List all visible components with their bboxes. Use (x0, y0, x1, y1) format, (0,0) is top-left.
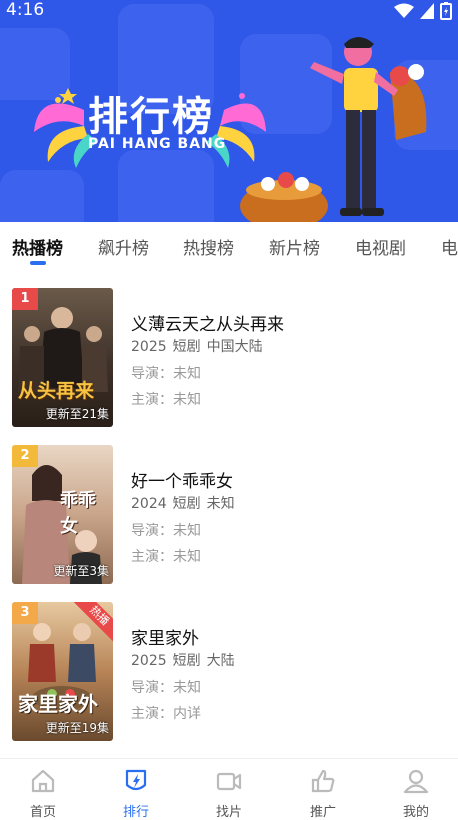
signal-icon (420, 3, 434, 19)
item-title[interactable]: 好一个乖乖女 (131, 467, 233, 492)
ranking-banner: 4:16 排行榜 PAI HANG BANG (0, 0, 458, 222)
item-meta: 2025 短剧 大陆 (131, 650, 241, 670)
item-year: 2025 (131, 653, 167, 669)
nav-home[interactable]: 首页 (13, 767, 73, 820)
bottom-navigation: 首页 排行 找片 推广 我的 (0, 758, 458, 820)
item-region: 未知 (206, 496, 235, 512)
tab-active-indicator (30, 261, 46, 265)
poster-title-art: 家里家外 (18, 692, 98, 716)
poster-image[interactable]: 3 热播 家里家外 更新至19集 (12, 602, 113, 741)
tab-new-films[interactable]: 新片榜 (269, 234, 320, 259)
item-director: 导演：未知 (131, 523, 201, 539)
tab-rising[interactable]: 飙升榜 (98, 234, 149, 259)
list-item[interactable]: 3 热播 家里家外 更新至19集 家里家外 2025 短剧 大陆 导演：未知 主演：… (0, 586, 458, 741)
nav-find[interactable]: 找片 (199, 767, 259, 820)
nav-home-label: 首页 (29, 805, 56, 820)
status-time: 4:16 (6, 0, 45, 20)
poster-title-art: 从头再来 (18, 380, 95, 402)
nav-profile-label: 我的 (402, 805, 429, 820)
item-actor: 主演：未知 (131, 392, 201, 408)
item-director: 导演：未知 (131, 680, 201, 696)
tab-more[interactable]: 电 (441, 234, 458, 259)
tab-tv-series[interactable]: 电视剧 (355, 234, 406, 259)
character-illustration (310, 37, 427, 216)
item-year: 2024 (131, 496, 167, 512)
poster-title-art: 乖乖女 (60, 490, 96, 537)
nav-promote-label: 推广 (309, 805, 336, 820)
poster-image[interactable]: 2 乖乖女 更新至3集 (12, 445, 113, 584)
rank-badge: 2 (12, 445, 38, 467)
nav-promote[interactable]: 推广 (293, 767, 353, 820)
battery-icon (440, 2, 452, 20)
update-status: 更新至19集 (45, 721, 109, 735)
user-icon (403, 769, 429, 794)
item-genre: 短剧 (172, 653, 201, 669)
nav-ranking[interactable]: 排行 (106, 767, 166, 820)
video-camera-icon (216, 772, 242, 791)
thumbs-up-icon (311, 769, 335, 793)
item-actor: 主演：内详 (131, 706, 201, 722)
banner-subtitle: PAI HANG BANG (88, 136, 227, 152)
list-item[interactable]: 1 从头再来 更新至21集 义薄云天之从头再来 2025 短剧 中国大陆 导演：未知… (0, 272, 458, 427)
nav-ranking-label: 排行 (122, 805, 149, 820)
item-title[interactable]: 家里家外 (131, 624, 199, 649)
rank-badge: 1 (12, 288, 38, 310)
rank-badge: 3 (12, 602, 38, 624)
tab-hot-play[interactable]: 热播榜 (12, 234, 63, 259)
status-bar: 4:16 (0, 0, 458, 22)
item-region: 中国大陆 (206, 339, 263, 355)
item-meta: 2024 短剧 未知 (131, 493, 241, 513)
update-status: 更新至21集 (45, 407, 109, 421)
item-title[interactable]: 义薄云天之从头再来 (131, 310, 284, 335)
tab-hot-search[interactable]: 热搜榜 (183, 234, 234, 259)
item-genre: 短剧 (172, 496, 201, 512)
update-status: 更新至3集 (53, 564, 109, 578)
item-meta: 2025 短剧 中国大陆 (131, 336, 269, 356)
item-region: 大陆 (206, 653, 235, 669)
ranking-icon (125, 769, 147, 791)
list-item[interactable]: 2 乖乖女 更新至3集 好一个乖乖女 2024 短剧 未知 导演：未知 主演：未知 (0, 429, 458, 584)
banner-logo: 排行榜 PAI HANG BANG (28, 70, 268, 170)
banner-title: 排行榜 (88, 94, 214, 140)
poster-image[interactable]: 1 从头再来 更新至21集 (12, 288, 113, 427)
nav-profile[interactable]: 我的 (386, 767, 446, 820)
item-actor: 主演：未知 (131, 549, 201, 565)
item-genre: 短剧 (172, 339, 201, 355)
item-director: 导演：未知 (131, 366, 201, 382)
wifi-icon (394, 3, 414, 18)
nav-find-label: 找片 (215, 805, 242, 820)
ranking-tabs: 热播榜 飙升榜 热搜榜 新片榜 电视剧 电 (0, 222, 458, 270)
home-icon (31, 769, 55, 793)
item-year: 2025 (131, 339, 167, 355)
